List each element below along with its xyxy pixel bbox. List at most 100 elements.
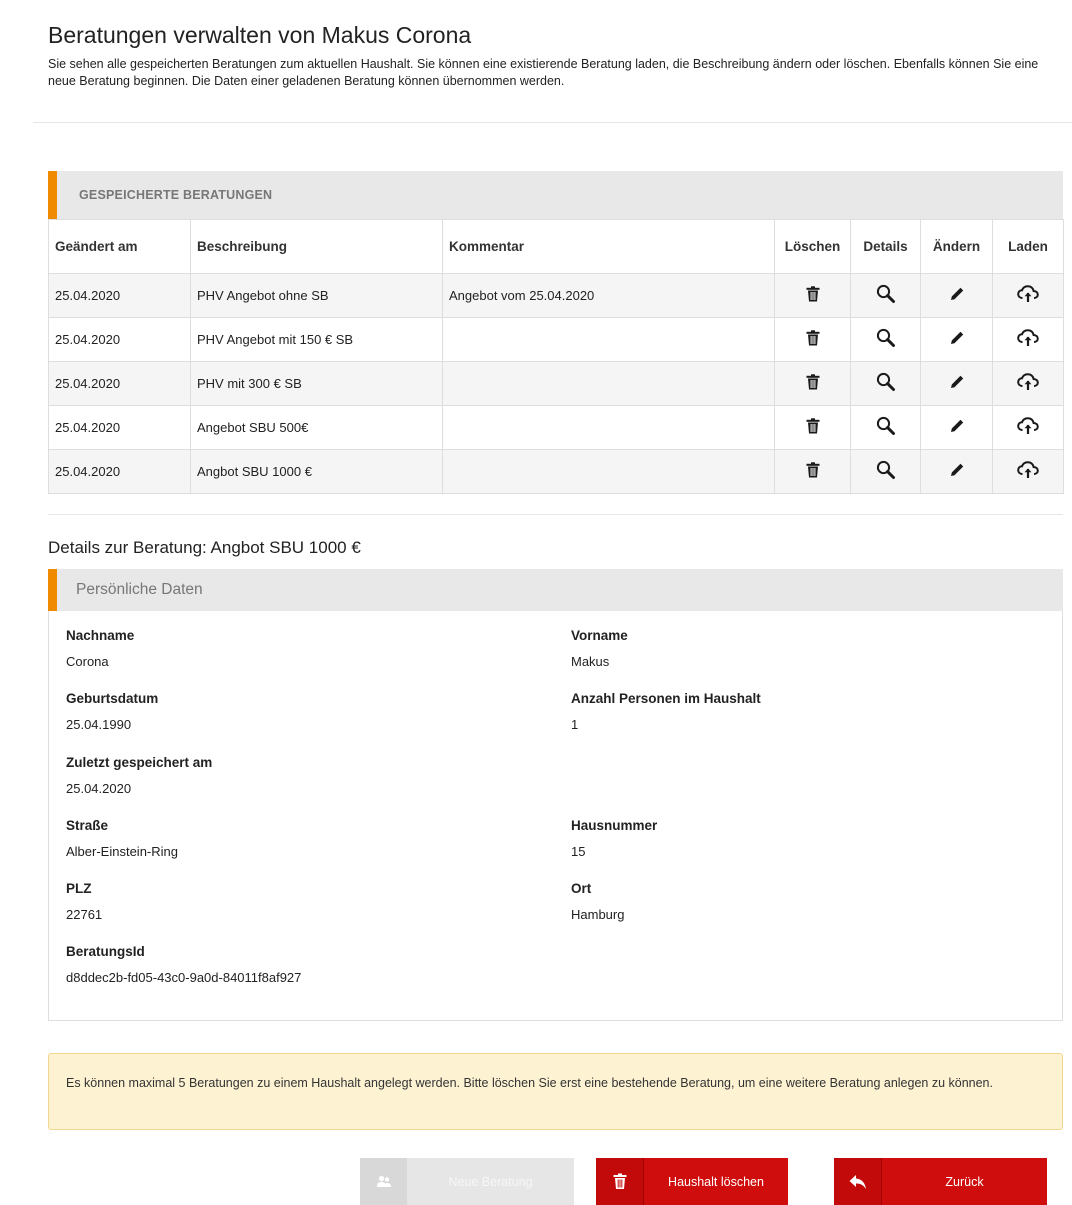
page-title: Beratungen verwalten von Makus Corona xyxy=(48,22,472,48)
field-label: Anzahl Personen im Haushalt xyxy=(571,691,761,706)
cell-load xyxy=(992,449,1064,494)
field-label: PLZ xyxy=(66,881,92,896)
table-row: 25.04.2020 PHV Angebot mit 150 € SB xyxy=(48,317,1064,362)
cell-details xyxy=(850,405,921,450)
cloud-upload-icon[interactable] xyxy=(1017,373,1039,394)
cell-comment xyxy=(442,317,775,362)
cloud-upload-icon[interactable] xyxy=(1017,285,1039,306)
field-value: 1 xyxy=(571,717,579,732)
col-header-description[interactable]: Beschreibung xyxy=(190,219,443,274)
cell-delete xyxy=(774,449,851,494)
cell-description: Angbot SBU 1000 € xyxy=(190,449,443,494)
table-row: 25.04.2020 Angebot SBU 500€ xyxy=(48,405,1064,450)
personal-data-header: Persönliche Daten xyxy=(48,569,1063,611)
field-label: Nachname xyxy=(66,628,135,643)
cell-details xyxy=(850,317,921,362)
field-value: Alber-Einstein-Ring xyxy=(66,844,178,859)
col-header-details: Details xyxy=(850,219,921,274)
pencil-icon[interactable] xyxy=(950,419,964,436)
field-zuletzt-gespeichert: Zuletzt gespeichert am 25.04.2020 xyxy=(66,755,212,796)
field-label: Vorname xyxy=(571,628,628,643)
search-icon[interactable] xyxy=(876,328,896,351)
cell-load xyxy=(992,273,1064,318)
cell-date: 25.04.2020 xyxy=(48,317,191,362)
cell-edit xyxy=(920,449,993,494)
table-row: 25.04.2020 PHV Angebot ohne SB Angebot vom… xyxy=(48,273,1064,318)
table-row: 25.04.2020 PHV mit 300 € SB xyxy=(48,361,1064,406)
pencil-icon[interactable] xyxy=(950,331,964,348)
field-geburtsdatum: Geburtsdatum 25.04.1990 xyxy=(66,691,158,732)
search-icon[interactable] xyxy=(876,372,896,395)
field-label: Straße xyxy=(66,818,109,833)
trash-icon[interactable] xyxy=(806,330,820,349)
delete-household-label: Haushalt löschen xyxy=(644,1158,788,1205)
trash-icon[interactable] xyxy=(806,286,820,305)
cell-edit xyxy=(920,273,993,318)
field-value: Makus xyxy=(571,654,610,669)
saved-consultations-heading: GESPEICHERTE BERATUNGEN xyxy=(79,188,273,202)
cell-load xyxy=(992,317,1064,362)
search-icon[interactable] xyxy=(876,416,896,439)
personal-data-panel: Nachname Corona Vorname Makus Geburtsdat… xyxy=(48,611,1063,1021)
max-consultations-alert: Es können maximal 5 Beratungen zu einem … xyxy=(48,1053,1063,1130)
trash-icon[interactable] xyxy=(806,462,820,481)
cell-load xyxy=(992,361,1064,406)
col-header-comment[interactable]: Kommentar xyxy=(442,219,775,274)
saved-consultations-header: GESPEICHERTE BERATUNGEN xyxy=(48,171,1063,219)
col-header-edit: Ändern xyxy=(920,219,993,274)
cloud-upload-icon[interactable] xyxy=(1017,417,1039,438)
search-icon[interactable] xyxy=(876,284,896,307)
col-header-date[interactable]: Geändert am xyxy=(48,219,191,274)
cloud-upload-icon[interactable] xyxy=(1017,461,1039,482)
back-button[interactable]: Zurück xyxy=(834,1158,1047,1205)
cell-comment xyxy=(442,361,775,406)
field-beratungsid: BeratungsId d8ddec2b-fd05-43c0-9a0d-8401… xyxy=(66,944,301,985)
reply-arrow-icon xyxy=(834,1158,882,1205)
field-value: 22761 xyxy=(66,907,103,922)
trash-icon[interactable] xyxy=(806,374,820,393)
cell-delete xyxy=(774,273,851,318)
field-label: Geburtsdatum xyxy=(66,691,159,706)
cell-delete xyxy=(774,317,851,362)
divider xyxy=(48,514,1063,515)
cloud-upload-icon[interactable] xyxy=(1017,329,1039,350)
col-header-load: Laden xyxy=(992,219,1064,274)
pencil-icon[interactable] xyxy=(950,463,964,480)
table-row: 25.04.2020 Angbot SBU 1000 € xyxy=(48,449,1064,494)
cell-description: PHV Angebot ohne SB xyxy=(190,273,443,318)
field-strasse: Straße Alber-Einstein-Ring xyxy=(66,818,178,859)
trash-icon xyxy=(596,1158,644,1205)
users-icon xyxy=(360,1158,407,1205)
search-icon[interactable] xyxy=(876,460,896,483)
field-value: 25.04.1990 xyxy=(66,717,132,732)
cell-date: 25.04.2020 xyxy=(48,273,191,318)
field-value: d8ddec2b-fd05-43c0-9a0d-84011f8af927 xyxy=(66,970,302,985)
cell-description: PHV mit 300 € SB xyxy=(190,361,443,406)
pencil-icon[interactable] xyxy=(950,287,964,304)
personal-data-heading: Persönliche Daten xyxy=(76,581,203,598)
back-label: Zurück xyxy=(882,1158,1047,1205)
cell-edit xyxy=(920,317,993,362)
cell-delete xyxy=(774,405,851,450)
field-label: BeratungsId xyxy=(66,944,145,959)
cell-date: 25.04.2020 xyxy=(48,361,191,406)
new-consultation-button[interactable]: Neue Beratung xyxy=(360,1158,574,1205)
trash-icon[interactable] xyxy=(806,418,820,437)
new-consultation-label: Neue Beratung xyxy=(407,1158,574,1205)
field-label: Hausnummer xyxy=(571,818,658,833)
divider xyxy=(33,122,1072,123)
cell-comment xyxy=(442,405,775,450)
cell-details xyxy=(850,361,921,406)
field-label: Zuletzt gespeichert am xyxy=(66,755,213,770)
cell-comment: Angebot vom 25.04.2020 xyxy=(442,273,775,318)
details-title: Details zur Beratung: Angbot SBU 1000 € xyxy=(48,538,361,557)
delete-household-button[interactable]: Haushalt löschen xyxy=(596,1158,788,1205)
field-plz: PLZ 22761 xyxy=(66,881,102,922)
field-value: Hamburg xyxy=(571,907,625,922)
pencil-icon[interactable] xyxy=(950,375,964,392)
field-label: Ort xyxy=(571,881,592,896)
cell-delete xyxy=(774,361,851,406)
cell-load xyxy=(992,405,1064,450)
field-vorname: Vorname Makus xyxy=(571,628,628,669)
col-header-delete: Löschen xyxy=(774,219,851,274)
